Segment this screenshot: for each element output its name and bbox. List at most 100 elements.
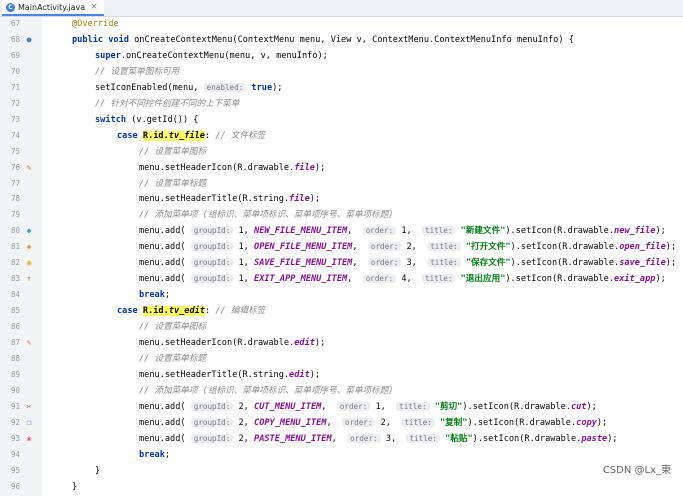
- code-line[interactable]: 82 ◉ menu.add( groupId: 1, SAVE_FILE_MENU_…: [0, 255, 683, 271]
- code-line[interactable]: 84 break;: [0, 287, 683, 303]
- line-number[interactable]: 81: [0, 239, 20, 255]
- code-line[interactable]: 91 ✂ menu.add( groupId: 2, CUT_MENU_ITEM, …: [0, 399, 683, 415]
- code-text[interactable]: break;: [139, 287, 170, 303]
- code-line[interactable]: 75 // 设置菜单图标: [0, 144, 683, 160]
- code-text[interactable]: menu.add( groupId: 1, SAVE_FILE_MENU_ITE…: [139, 255, 676, 271]
- line-number[interactable]: 86: [0, 319, 20, 335]
- line-number[interactable]: 84: [0, 287, 20, 303]
- code-line[interactable]: 81 ◈ menu.add( groupId: 1, OPEN_FILE_MENU_…: [0, 239, 683, 255]
- cut-icon[interactable]: ✂: [24, 402, 34, 412]
- line-number[interactable]: 79: [0, 207, 20, 223]
- code-text[interactable]: break;: [139, 447, 170, 463]
- code-text[interactable]: menu.setHeaderTitle(R.string.edit);: [139, 367, 320, 383]
- line-number[interactable]: 78: [0, 191, 20, 207]
- file-icon[interactable]: ✎: [24, 163, 34, 173]
- code-line[interactable]: 94 break;: [0, 447, 683, 463]
- line-number[interactable]: 75: [0, 144, 20, 160]
- code-text[interactable]: menu.add( groupId: 1, NEW_FILE_MENU_ITEM…: [139, 223, 666, 239]
- code-text[interactable]: // 设置菜单标题: [139, 176, 206, 192]
- line-number[interactable]: 94: [0, 447, 20, 463]
- line-number[interactable]: 96: [0, 479, 20, 495]
- line-number[interactable]: 67: [0, 16, 20, 32]
- line-number[interactable]: 74: [0, 128, 20, 144]
- line-number[interactable]: 88: [0, 351, 20, 367]
- code-text[interactable]: // 添加菜单项 (组标识、菜单项标识、菜单项序号、菜单项标题): [139, 207, 393, 223]
- line-number[interactable]: 93: [0, 431, 20, 447]
- code-line[interactable]: 70 // 设置菜单图标可用: [0, 64, 683, 80]
- code-text[interactable]: @Override: [72, 16, 119, 32]
- code-line[interactable]: 96}: [0, 479, 683, 495]
- line-number[interactable]: 90: [0, 383, 20, 399]
- code-text[interactable]: menu.add( groupId: 2, COPY_MENU_ITEM, or…: [139, 415, 607, 431]
- line-number[interactable]: 70: [0, 64, 20, 80]
- line-number[interactable]: 72: [0, 96, 20, 112]
- code-line[interactable]: 92 ❐ menu.add( groupId: 2, COPY_MENU_ITEM,…: [0, 415, 683, 431]
- code-text[interactable]: case R.id.tv_edit: // 编辑标签: [117, 303, 265, 319]
- code-text[interactable]: // 设置菜单图标: [139, 144, 206, 160]
- save-file-icon[interactable]: ◉: [24, 258, 34, 268]
- code-text[interactable]: // 针对不同控件创建不同的上下菜单: [95, 96, 239, 112]
- code-line[interactable]: 95}: [0, 463, 683, 479]
- code-line[interactable]: 88 // 设置菜单标题: [0, 351, 683, 367]
- code-text[interactable]: menu.setHeaderIcon(R.drawable.file);: [139, 160, 325, 176]
- line-number[interactable]: 82: [0, 255, 20, 271]
- code-line[interactable]: 85 case R.id.tv_edit: // 编辑标签: [0, 303, 683, 319]
- edit-icon[interactable]: ✎: [24, 338, 34, 348]
- copy-icon[interactable]: ❐: [24, 418, 34, 428]
- code-line[interactable]: 83 ↑ menu.add( groupId: 1, EXIT_APP_MENU_I…: [0, 271, 683, 287]
- exit-app-icon[interactable]: ↑: [24, 274, 34, 284]
- code-line[interactable]: 74 case R.id.tv_file: // 文件标签: [0, 128, 683, 144]
- line-number[interactable]: 73: [0, 112, 20, 128]
- line-number[interactable]: 87: [0, 335, 20, 351]
- code-line[interactable]: 87 ✎ menu.setHeaderIcon(R.drawable.edit);: [0, 335, 683, 351]
- close-icon[interactable]: ×: [90, 2, 98, 12]
- line-number[interactable]: 80: [0, 223, 20, 239]
- code-line[interactable]: 89 menu.setHeaderTitle(R.string.edit);: [0, 367, 683, 383]
- code-line[interactable]: 93 ❀ menu.add( groupId: 2, PASTE_MENU_ITEM…: [0, 431, 683, 447]
- line-number[interactable]: 71: [0, 80, 20, 96]
- code-line[interactable]: 68 ● public void onCreateContextMenu(Conte…: [0, 32, 683, 48]
- code-text[interactable]: menu.setHeaderIcon(R.drawable.edit);: [139, 335, 325, 351]
- line-number[interactable]: 91: [0, 399, 20, 415]
- code-text[interactable]: menu.setHeaderTitle(R.string.file);: [139, 191, 320, 207]
- code-line[interactable]: 67 @Override: [0, 16, 683, 32]
- code-line[interactable]: 78 menu.setHeaderTitle(R.string.file);: [0, 191, 683, 207]
- code-line[interactable]: 90 // 添加菜单项 (组标识、菜单项标识、菜单项序号、菜单项标题): [0, 383, 683, 399]
- code-text[interactable]: // 设置菜单图标可用: [95, 64, 179, 80]
- code-text[interactable]: menu.add( groupId: 2, PASTE_MENU_ITEM, o…: [139, 431, 618, 447]
- code-text[interactable]: menu.add( groupId: 1, OPEN_FILE_MENU_ITE…: [139, 239, 676, 255]
- line-number[interactable]: 89: [0, 367, 20, 383]
- code-text[interactable]: menu.add( groupId: 2, CUT_MENU_ITEM, ord…: [139, 399, 597, 415]
- code-line[interactable]: 72 // 针对不同控件创建不同的上下菜单: [0, 96, 683, 112]
- code-text[interactable]: }: [95, 463, 100, 479]
- code-line[interactable]: 77 // 设置菜单标题: [0, 176, 683, 192]
- code-text[interactable]: }: [72, 479, 77, 495]
- line-number[interactable]: 68: [0, 32, 20, 48]
- line-number[interactable]: 76: [0, 160, 20, 176]
- line-number[interactable]: 77: [0, 176, 20, 192]
- code-line[interactable]: 76 ✎ menu.setHeaderIcon(R.drawable.file);: [0, 160, 683, 176]
- code-text[interactable]: setIconEnabled(menu, enabled: true);: [95, 80, 282, 96]
- line-number[interactable]: 69: [0, 48, 20, 64]
- code-text[interactable]: menu.add( groupId: 1, EXIT_APP_MENU_ITEM…: [139, 271, 666, 287]
- code-text[interactable]: case R.id.tv_file: // 文件标签: [117, 128, 265, 144]
- code-text[interactable]: // 设置菜单标题: [139, 351, 206, 367]
- code-line[interactable]: 86 // 设置菜单图标: [0, 319, 683, 335]
- code-line[interactable]: 73 switch (v.getId()) {: [0, 112, 683, 128]
- new-file-icon[interactable]: ◆: [24, 226, 34, 236]
- code-line[interactable]: 71 setIconEnabled(menu, enabled: true);: [0, 80, 683, 96]
- open-file-icon[interactable]: ◈: [24, 242, 34, 252]
- code-line[interactable]: 69 super.onCreateContextMenu(menu, v, men…: [0, 48, 683, 64]
- line-number[interactable]: 85: [0, 303, 20, 319]
- code-text[interactable]: // 设置菜单图标: [139, 319, 206, 335]
- code-text[interactable]: super.onCreateContextMenu(menu, v, menuI…: [95, 48, 328, 64]
- override-icon[interactable]: ●: [24, 35, 34, 45]
- line-number[interactable]: 92: [0, 415, 20, 431]
- code-line[interactable]: 80 ◆ menu.add( groupId: 1, NEW_FILE_MENU_I…: [0, 223, 683, 239]
- code-line[interactable]: 79 // 添加菜单项 (组标识、菜单项标识、菜单项序号、菜单项标题): [0, 207, 683, 223]
- line-number[interactable]: 95: [0, 463, 20, 479]
- paste-icon[interactable]: ❀: [24, 434, 34, 444]
- line-number[interactable]: 83: [0, 271, 20, 287]
- code-text[interactable]: switch (v.getId()) {: [95, 112, 198, 128]
- code-text[interactable]: // 添加菜单项 (组标识、菜单项标识、菜单项序号、菜单项标题): [139, 383, 393, 399]
